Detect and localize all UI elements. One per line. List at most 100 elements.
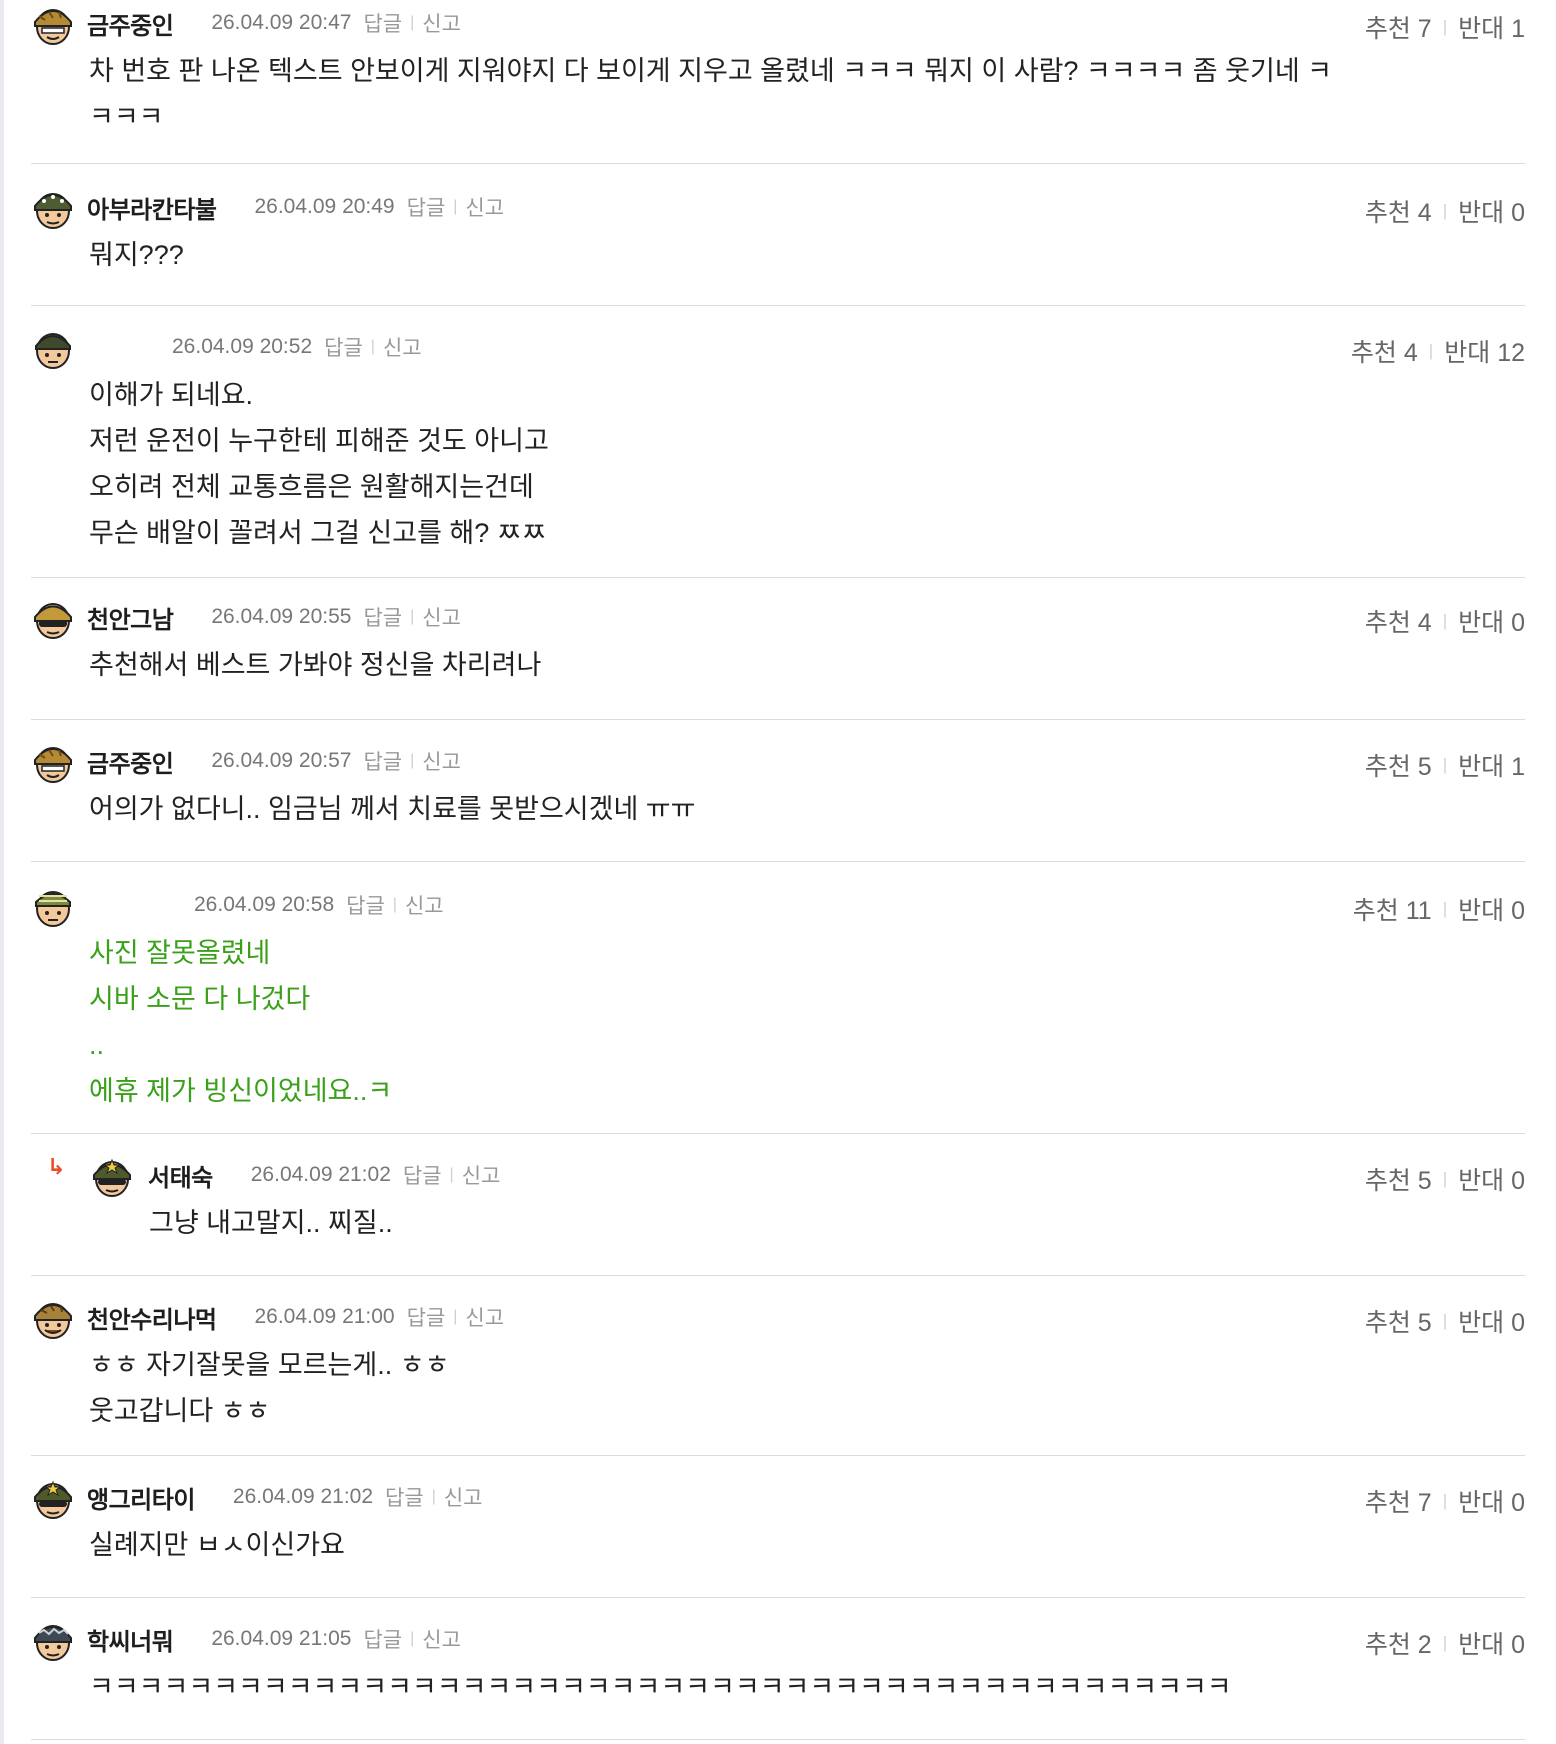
comment-item: 아부라칸타불 26.04.09 20:49 답글 | 신고 추천 4 | 반대 …	[31, 164, 1525, 306]
divider: |	[1442, 611, 1448, 630]
avatar[interactable]	[90, 1154, 134, 1198]
upvote-count: 4	[1417, 199, 1432, 227]
comment-line: ㅋㅋㅋㅋㅋㅋㅋㅋㅋㅋㅋㅋㅋㅋㅋㅋㅋㅋㅋㅋㅋㅋㅋㅋㅋㅋㅋㅋㅋㅋㅋㅋㅋㅋㅋㅋㅋㅋㅋㅋ…	[89, 1672, 1232, 1702]
author-name[interactable]: 서태숙	[148, 1158, 213, 1193]
comment-header: 26.04.09 20:58 답글 | 신고	[194, 890, 444, 920]
report-link[interactable]: 신고	[422, 746, 461, 776]
upvote-label: 추천	[1364, 609, 1411, 637]
avatar[interactable]	[31, 186, 75, 230]
upvote-button[interactable]: 추천 4	[1365, 193, 1432, 229]
comment-header: 학씨너뭐 26.04.09 21:05 답글 | 신고	[87, 1622, 461, 1657]
report-link[interactable]: 신고	[444, 1482, 483, 1512]
comment-item: 천안수리나먹 26.04.09 21:00 답글 | 신고 추천 5 | 반대 …	[31, 1276, 1525, 1456]
divider: |	[449, 1166, 454, 1183]
soldier-avatar-icon	[93, 1158, 131, 1197]
vote-box: 추천 2 | 반대 0	[1365, 1625, 1525, 1661]
upvote-button[interactable]: 추천 5	[1365, 1161, 1432, 1197]
upvote-count: 7	[1417, 1489, 1432, 1517]
downvote-button[interactable]: 반대 1	[1458, 9, 1525, 45]
upvote-button[interactable]: 추천 7	[1365, 1483, 1432, 1519]
reply-link[interactable]: 답글	[403, 1160, 442, 1190]
author-name[interactable]: 아부라칸타불	[87, 190, 217, 225]
reply-link[interactable]: 답글	[385, 1482, 424, 1512]
author-name[interactable]: 금주중인	[87, 744, 174, 779]
comment-body: 실례지만 ㅂㅅ이신가요	[89, 1522, 345, 1568]
author-name[interactable]: 천안수리나먹	[87, 1300, 217, 1335]
comment-date: 26.04.09 21:05	[211, 1627, 352, 1650]
divider: |	[1442, 899, 1448, 918]
downvote-label: 반대	[1458, 609, 1505, 637]
reply-link[interactable]: 답글	[363, 602, 402, 632]
downvote-count: 1	[1511, 15, 1525, 43]
downvote-button[interactable]: 반대 12	[1444, 333, 1525, 369]
report-link[interactable]: 신고	[422, 1624, 461, 1654]
downvote-button[interactable]: 반대 0	[1458, 1161, 1525, 1197]
report-link[interactable]: 신고	[422, 8, 461, 38]
reply-link[interactable]: 답글	[407, 192, 446, 222]
vote-box: 추천 11 | 반대 0	[1353, 891, 1525, 927]
upvote-button[interactable]: 추천 2	[1365, 1625, 1432, 1661]
vote-box: 추천 7 | 반대 0	[1365, 1483, 1525, 1519]
report-link[interactable]: 신고	[405, 890, 444, 920]
avatar[interactable]	[31, 326, 75, 370]
reply-link[interactable]: 답글	[346, 890, 385, 920]
divider: |	[1442, 1633, 1448, 1652]
upvote-count: 5	[1417, 753, 1432, 781]
comment-date: 26.04.09 20:49	[254, 195, 395, 218]
reply-link[interactable]: 답글	[324, 332, 363, 362]
reply-link[interactable]: 답글	[363, 8, 402, 38]
author-name[interactable]: 천안그남	[87, 600, 174, 635]
comment-line: 저런 운전이 누구한테 피해준 것도 아니고	[89, 426, 549, 456]
upvote-button[interactable]: 추천 4	[1351, 333, 1418, 369]
upvote-label: 추천	[1350, 339, 1397, 367]
divider: |	[392, 896, 397, 913]
report-link[interactable]: 신고	[383, 332, 422, 362]
reply-link[interactable]: 답글	[363, 746, 402, 776]
upvote-button[interactable]: 추천 5	[1365, 747, 1432, 783]
soldier-avatar-icon	[34, 1303, 72, 1339]
reply-link[interactable]: 답글	[407, 1302, 446, 1332]
comment-body: ㅋㅋㅋㅋㅋㅋㅋㅋㅋㅋㅋㅋㅋㅋㅋㅋㅋㅋㅋㅋㅋㅋㅋㅋㅋㅋㅋㅋㅋㅋㅋㅋㅋㅋㅋㅋㅋㅋㅋㅋ…	[89, 1664, 1232, 1710]
divider: |	[1442, 755, 1448, 774]
downvote-count: 0	[1511, 1167, 1525, 1195]
avatar[interactable]	[31, 2, 75, 46]
author-name[interactable]: 앵그리타이	[87, 1480, 195, 1515]
downvote-label: 반대	[1458, 1489, 1505, 1517]
avatar[interactable]	[31, 1296, 75, 1340]
avatar[interactable]	[31, 884, 75, 928]
reply-link[interactable]: 답글	[363, 1624, 402, 1654]
downvote-button[interactable]: 반대 0	[1458, 1625, 1525, 1661]
report-link[interactable]: 신고	[465, 1302, 504, 1332]
report-link[interactable]: 신고	[422, 602, 461, 632]
avatar[interactable]	[31, 596, 75, 640]
downvote-button[interactable]: 반대 0	[1458, 891, 1525, 927]
reply-comment-item: ↳ 서태숙 26.04.09 21:02 답글 | 신고 추천 5 | 반대 0…	[31, 1134, 1525, 1276]
upvote-button[interactable]: 추천 11	[1353, 891, 1432, 927]
author-name[interactable]: 금주중인	[87, 6, 174, 41]
divider: |	[453, 1308, 458, 1325]
comment-line: 시바 소문 다 나겄다	[89, 984, 311, 1014]
upvote-button[interactable]: 추천 5	[1365, 1303, 1432, 1339]
avatar[interactable]	[31, 1618, 75, 1662]
report-link[interactable]: 신고	[462, 1160, 501, 1190]
avatar[interactable]	[31, 1476, 75, 1520]
comment-header: 서태숙 26.04.09 21:02 답글 | 신고	[148, 1158, 501, 1193]
avatar[interactable]	[31, 740, 75, 784]
downvote-button[interactable]: 반대 0	[1458, 603, 1525, 639]
downvote-button[interactable]: 반대 0	[1458, 1303, 1525, 1339]
downvote-button[interactable]: 반대 0	[1458, 1483, 1525, 1519]
reply-arrow-icon: ↳	[47, 1154, 66, 1179]
downvote-button[interactable]: 반대 0	[1458, 193, 1525, 229]
comment-date: 26.04.09 20:52	[172, 335, 313, 358]
report-link[interactable]: 신고	[465, 192, 504, 222]
upvote-count: 4	[1417, 609, 1432, 637]
upvote-button[interactable]: 추천 4	[1365, 603, 1432, 639]
comment-line: 무슨 배알이 꼴려서 그걸 신고를 해? ㅉㅉ	[89, 518, 547, 548]
upvote-button[interactable]: 추천 7	[1365, 9, 1432, 45]
author-name[interactable]: 학씨너뭐	[87, 1622, 174, 1657]
soldier-avatar-icon	[35, 333, 71, 369]
downvote-label: 반대	[1444, 339, 1491, 367]
comment-header: 26.04.09 20:52 답글 | 신고	[172, 332, 422, 362]
downvote-count: 0	[1511, 609, 1525, 637]
downvote-button[interactable]: 반대 1	[1458, 747, 1525, 783]
